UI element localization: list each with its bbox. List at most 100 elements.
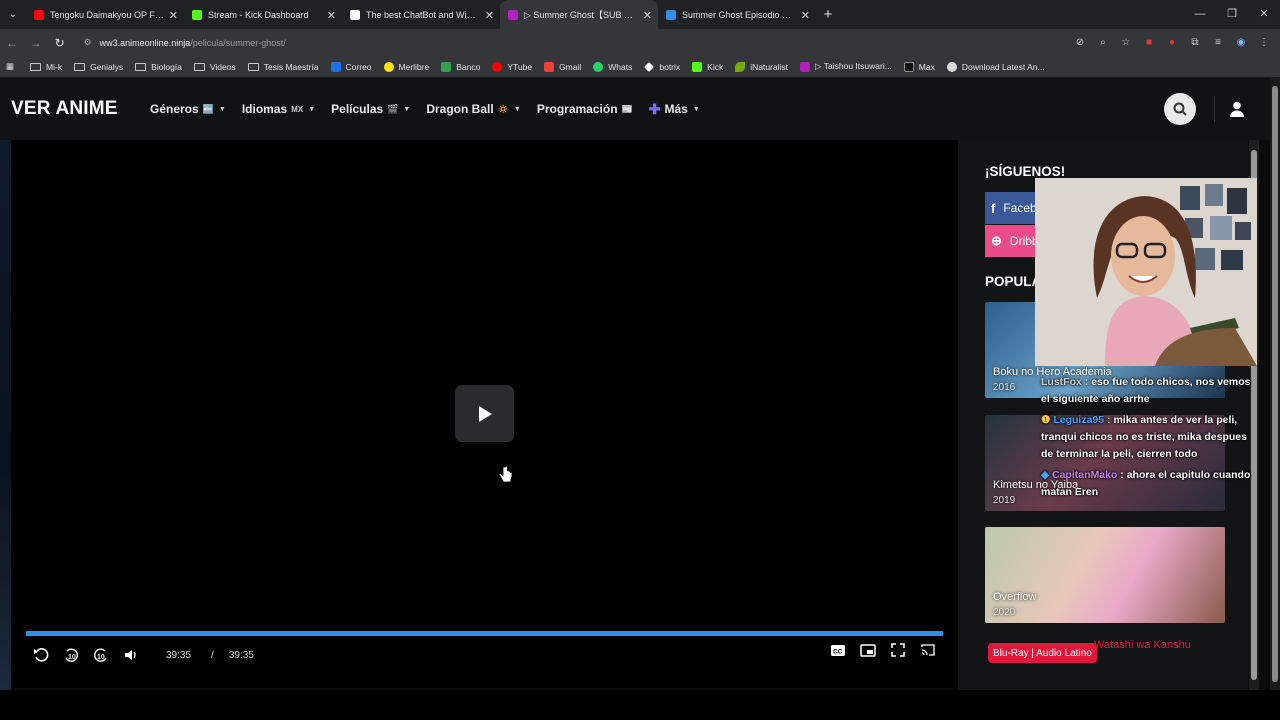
- bookmark-label: Mi-k: [46, 61, 63, 72]
- browser-tab[interactable]: The best ChatBot and Widgets ✕: [342, 0, 500, 29]
- bookmark-link[interactable]: Correo: [330, 61, 372, 72]
- browser-tab-active[interactable]: ▷ Summer Ghost【SUB ESPAÑOL ✕: [500, 0, 658, 29]
- menu-label: Idiomas: [241, 102, 288, 116]
- rewind-10-button[interactable]: 10: [56, 647, 86, 663]
- tab-title: Tengoku Daimakyou OP Full //: [50, 9, 164, 20]
- tab-search-chevron-icon[interactable]: ⌄: [0, 0, 26, 29]
- captions-button[interactable]: CC: [823, 643, 853, 657]
- close-window-icon[interactable]: ✕: [1248, 0, 1280, 29]
- dribbble-icon: ⊕: [991, 233, 1002, 248]
- video-player[interactable]: 10 10 39:35 / 39:35 CC: [11, 140, 958, 688]
- next-card-title[interactable]: Watashi wa Kanshu: [1094, 639, 1191, 651]
- forward-arrow-icon[interactable]: →: [24, 36, 48, 50]
- svg-text:CC: CC: [833, 648, 843, 655]
- site-logo[interactable]: VER ANIME: [11, 98, 150, 120]
- bookmark-link[interactable]: YTube: [492, 61, 533, 72]
- bookmark-label: Videos: [209, 61, 236, 72]
- extensions-area: ⊘ ⌕ ☆ ■ ● ⧉ ≡ ◉ ⋮: [1072, 37, 1280, 48]
- bookmark-label: Whats: [608, 61, 633, 72]
- bookmark-link[interactable]: Gmail: [544, 61, 581, 72]
- menu-generos[interactable]: Géneros 🔤 ▼: [150, 102, 226, 116]
- fullscreen-button[interactable]: [883, 643, 913, 657]
- browser-tab[interactable]: Summer Ghost Episodio 1 Sub ✕: [658, 0, 816, 29]
- site-search-button[interactable]: [1164, 93, 1196, 125]
- hand-cursor-icon: [499, 466, 513, 483]
- profile-avatar-icon[interactable]: ◉: [1233, 37, 1249, 48]
- bookmark-link[interactable]: Banco: [441, 61, 480, 72]
- url-field[interactable]: ⚙ ww3.animeonline.ninja/pelicula/summer-…: [78, 32, 1072, 53]
- chat-username: LustFox: [1041, 376, 1082, 388]
- bookmark-star-icon[interactable]: ☆: [1118, 37, 1134, 48]
- bottom-bar: [0, 690, 1280, 720]
- extensions-puzzle-icon[interactable]: ⧉: [1187, 37, 1203, 48]
- caret-down-icon: ▼: [692, 105, 700, 113]
- bookmark-link[interactable]: Kick: [692, 61, 723, 72]
- reload-icon[interactable]: ↻: [48, 36, 72, 50]
- bookmark-link[interactable]: Download Latest An...: [946, 61, 1045, 72]
- minimize-icon[interactable]: —: [1184, 0, 1216, 29]
- rewind-10-icon: 10: [65, 648, 78, 662]
- big-play-button[interactable]: [455, 385, 514, 442]
- botrix-favicon-icon: [350, 9, 360, 20]
- replay-button[interactable]: [26, 647, 56, 663]
- tab-close-icon[interactable]: ✕: [169, 9, 178, 22]
- cast-button[interactable]: [913, 643, 943, 657]
- back-arrow-icon[interactable]: ←: [0, 36, 24, 50]
- new-tab-plus-icon[interactable]: +: [816, 6, 840, 23]
- tab-title: ▷ Summer Ghost【SUB ESPAÑOL: [524, 10, 638, 20]
- browser-tab[interactable]: Stream - Kick Dashboard ✕: [184, 0, 342, 29]
- apps-grid-icon[interactable]: ▦: [6, 61, 14, 72]
- menu-mas[interactable]: ✚ Más ▼: [649, 101, 700, 118]
- popular-card[interactable]: Overflow 2020: [985, 527, 1225, 623]
- tab-title: Summer Ghost Episodio 1 Sub: [682, 9, 796, 20]
- menu-peliculas[interactable]: Películas 🎬 ▼: [331, 102, 410, 116]
- bookmark-link[interactable]: Whats: [593, 61, 633, 72]
- time-separator: /: [211, 649, 214, 661]
- menu-programacion[interactable]: Programación 📰: [537, 102, 633, 116]
- extension-badge-icon[interactable]: ●: [1164, 37, 1180, 48]
- bookmark-label: YTube: [507, 61, 533, 72]
- bookmark-link[interactable]: ▷ Taishou Itsuwari...: [800, 61, 892, 72]
- tab-close-icon[interactable]: ✕: [485, 9, 494, 22]
- restore-icon[interactable]: ❐: [1216, 0, 1248, 29]
- menu-idiomas[interactable]: Idiomas MX ▼: [242, 102, 315, 116]
- media-icon[interactable]: ≡: [1210, 37, 1226, 48]
- forward-10-button[interactable]: 10: [86, 647, 116, 663]
- page-scrollbar[interactable]: [1270, 78, 1280, 690]
- bookmark-link[interactable]: Merlibre: [383, 61, 429, 72]
- bookmark-link[interactable]: botrix: [644, 62, 680, 72]
- page-scrollbar-thumb[interactable]: [1272, 86, 1278, 682]
- card-year: 2019: [993, 495, 1016, 506]
- bookmark-folder[interactable]: Tesis Maestría: [247, 62, 319, 72]
- menu-dragon-ball[interactable]: Dragon Ball 🔅 ▼: [426, 102, 521, 116]
- site-info-icon[interactable]: ⚙: [84, 37, 92, 48]
- browser-menu-icon[interactable]: ⋮: [1256, 37, 1272, 48]
- tab-close-icon[interactable]: ✕: [643, 9, 652, 22]
- bookmarks-bar: ▦ Mi-k Genialys Biología Videos Tesis Ma…: [0, 56, 1280, 78]
- bookmark-folder[interactable]: Genialys: [74, 62, 123, 72]
- card-year: 2020: [993, 607, 1016, 618]
- bookmark-label: Download Latest An...: [961, 61, 1045, 72]
- zoom-icon[interactable]: ⌕: [1095, 37, 1111, 48]
- volume-button[interactable]: [116, 647, 146, 663]
- header-divider: [1214, 96, 1215, 122]
- progress-bar[interactable]: [26, 631, 943, 636]
- user-account-button[interactable]: [1228, 100, 1246, 118]
- bookmark-folder[interactable]: Mi-k: [30, 62, 62, 72]
- bookmark-label: Correo: [345, 61, 372, 72]
- bookmark-link[interactable]: Max: [903, 61, 935, 72]
- pip-button[interactable]: [853, 643, 883, 657]
- browser-tab[interactable]: Tengoku Daimakyou OP Full // ✕: [26, 0, 184, 29]
- bookmark-folder[interactable]: Biología: [135, 62, 182, 72]
- address-toolbar: ← → ↻ ⚙ ww3.animeonline.ninja/pelicula/s…: [0, 29, 1280, 56]
- window-controls: — ❐ ✕: [1184, 0, 1280, 29]
- tab-close-icon[interactable]: ✕: [801, 9, 810, 22]
- bookmark-folder[interactable]: Videos: [193, 61, 236, 72]
- extension-new-icon[interactable]: ■: [1141, 37, 1157, 48]
- play-icon: [478, 405, 492, 422]
- youtube-icon: [492, 61, 503, 72]
- tab-close-icon[interactable]: ✕: [327, 9, 336, 22]
- camera-blocked-icon[interactable]: ⊘: [1072, 37, 1088, 48]
- bookmark-link[interactable]: iNaturalist: [735, 61, 788, 72]
- dragonball-badge-icon: 🔅: [497, 103, 509, 114]
